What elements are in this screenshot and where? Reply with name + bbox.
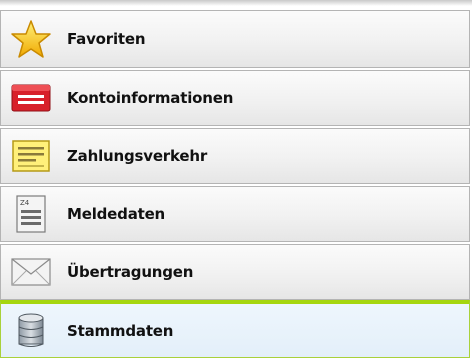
nav-item-label: Übertragungen bbox=[67, 263, 194, 281]
navigation-panel: Favoriten Kontoinformationen Zahlungsver… bbox=[0, 0, 472, 359]
nav-item-favoriten[interactable]: Favoriten bbox=[0, 10, 470, 68]
payment-form-icon bbox=[9, 136, 53, 176]
report-document-icon: Z4 bbox=[9, 194, 53, 234]
nav-item-label: Kontoinformationen bbox=[67, 89, 234, 107]
envelope-icon bbox=[9, 252, 53, 292]
database-icon bbox=[9, 311, 53, 351]
account-card-icon bbox=[9, 78, 53, 118]
nav-item-uebertragungen[interactable]: Übertragungen bbox=[0, 244, 470, 300]
nav-item-meldedaten[interactable]: Z4 Meldedaten bbox=[0, 186, 470, 242]
nav-item-label: Favoriten bbox=[67, 30, 146, 48]
nav-item-label: Meldedaten bbox=[67, 205, 166, 223]
nav-item-stammdaten[interactable]: Stammdaten bbox=[0, 300, 470, 358]
svg-text:Z4: Z4 bbox=[20, 199, 30, 207]
panel-top-edge bbox=[0, 0, 472, 6]
nav-item-kontoinformationen[interactable]: Kontoinformationen bbox=[0, 70, 470, 126]
star-icon bbox=[9, 19, 53, 59]
nav-item-label: Zahlungsverkehr bbox=[67, 147, 208, 165]
nav-item-label: Stammdaten bbox=[67, 321, 174, 340]
nav-item-zahlungsverkehr[interactable]: Zahlungsverkehr bbox=[0, 128, 470, 184]
